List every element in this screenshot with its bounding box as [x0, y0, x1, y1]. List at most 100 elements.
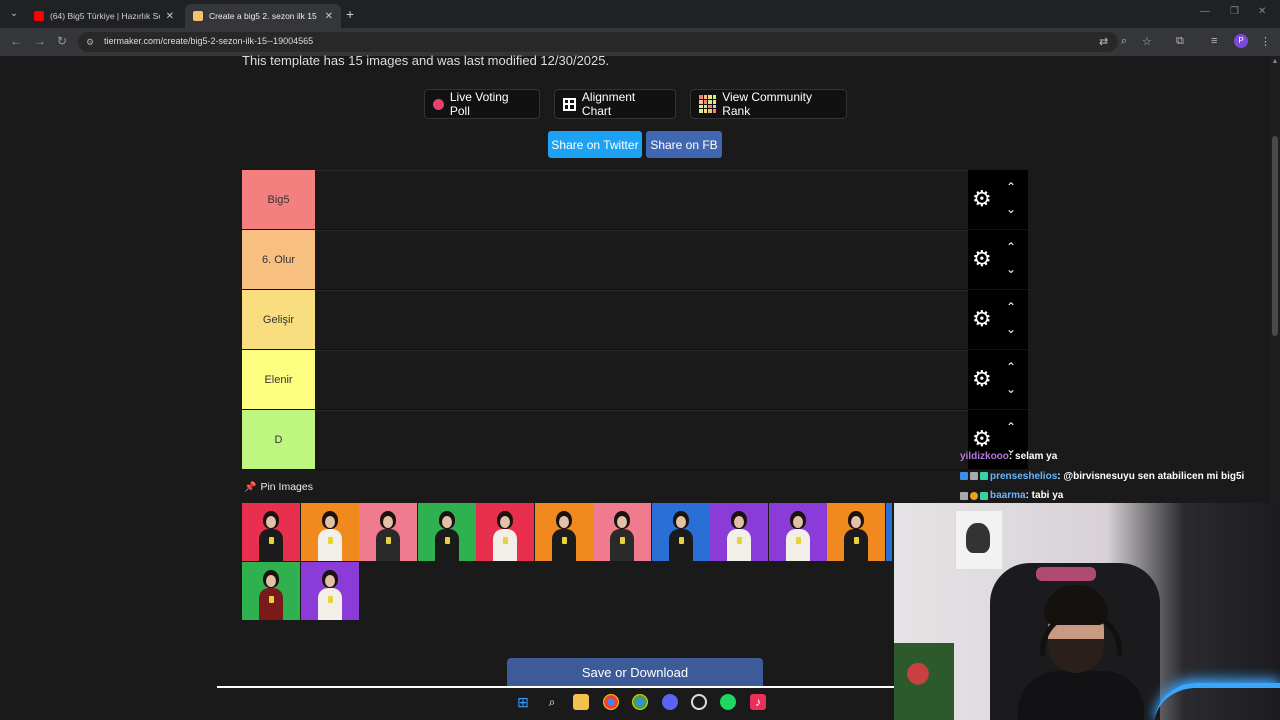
- contestant-image[interactable]: [534, 503, 593, 561]
- chevron-down-icon[interactable]: ⌄: [1006, 202, 1016, 216]
- template-info: This template has 15 images and was last…: [242, 53, 610, 68]
- contestant-image[interactable]: [710, 503, 768, 561]
- badge-icon: [960, 472, 968, 481]
- badge-icon: [960, 491, 968, 500]
- chrome-icon[interactable]: [603, 694, 619, 710]
- minimize-icon[interactable]: —: [1200, 6, 1210, 17]
- tier-label[interactable]: Big5: [242, 170, 315, 229]
- chat-username: prenseshelios: [990, 470, 1058, 482]
- new-tab-button[interactable]: +: [346, 6, 354, 22]
- tier-list: Big5 ⚙ ⌃ ⌄ 6. Olur ⚙ ⌃ ⌄ Gelişir ⚙ ⌃ ⌄ E…: [242, 170, 1028, 470]
- tier-row: D ⚙ ⌃ ⌄: [242, 410, 1028, 470]
- extensions-icon[interactable]: ⧉: [1176, 35, 1184, 48]
- badge-icon: [980, 472, 988, 481]
- badge-icon: [970, 472, 978, 481]
- contestant-image[interactable]: [242, 561, 300, 620]
- chrome-icon[interactable]: [632, 694, 648, 710]
- contestant-image[interactable]: [768, 503, 827, 561]
- windows-start-icon[interactable]: ⊞: [515, 694, 531, 710]
- forward-icon[interactable]: →: [34, 34, 46, 48]
- tab-title: Create a big5 2. sezon ilk 15 Tie: [209, 11, 319, 21]
- chat-text: : selam ya: [1008, 451, 1058, 463]
- contestant-image[interactable]: [417, 503, 476, 561]
- gear-icon[interactable]: ⚙: [972, 188, 994, 210]
- chevron-down-icon[interactable]: ⌄: [1006, 382, 1016, 396]
- streamer: [1018, 585, 1144, 720]
- bookmark-star-icon[interactable]: ☆: [1142, 35, 1152, 48]
- contestant-image[interactable]: [300, 561, 359, 620]
- tier-row: Elenir ⚙ ⌃ ⌄: [242, 350, 1028, 410]
- gear-icon[interactable]: ⚙: [972, 308, 994, 330]
- tiktok-icon[interactable]: ♪: [750, 694, 766, 710]
- tier-drop-zone[interactable]: [315, 170, 968, 229]
- url-bar[interactable]: ⚙ tiermaker.com/create/big5-2-sezon-ilk-…: [78, 32, 1118, 52]
- youtube-icon: [34, 11, 44, 21]
- chevron-up-icon[interactable]: ⌃: [1006, 360, 1016, 374]
- chevron-down-icon[interactable]: ⌄: [1006, 322, 1016, 336]
- alignment-chart-button[interactable]: Alignment Chart: [554, 89, 676, 119]
- zoom-icon[interactable]: ⌕: [1121, 35, 1127, 48]
- scrollbar-thumb[interactable]: [1272, 136, 1278, 336]
- contestant-image[interactable]: [242, 503, 300, 561]
- contestant-image[interactable]: [476, 503, 534, 561]
- browser-tab-tiermaker[interactable]: Create a big5 2. sezon ilk 15 Tie ✕: [185, 4, 341, 28]
- tier-label[interactable]: Gelişir: [242, 290, 315, 349]
- tab-search-button[interactable]: ⌄: [6, 6, 22, 22]
- close-icon[interactable]: ✕: [325, 11, 333, 22]
- tier-drop-zone[interactable]: [315, 350, 968, 409]
- tier-label[interactable]: D: [242, 410, 315, 469]
- tier-drop-zone[interactable]: [315, 290, 968, 349]
- profile-avatar[interactable]: P: [1234, 34, 1248, 48]
- chevron-up-icon[interactable]: ⌃: [1006, 300, 1016, 314]
- tier-drop-zone[interactable]: [315, 230, 968, 289]
- tier-controls: ⚙ ⌃ ⌄: [968, 290, 1028, 349]
- tier-controls: ⚙ ⌃ ⌄: [968, 350, 1028, 409]
- spotify-icon[interactable]: [720, 694, 736, 710]
- contestant-image[interactable]: [300, 503, 359, 561]
- discord-icon[interactable]: [662, 694, 678, 710]
- record-dot-icon: [433, 98, 444, 110]
- contestant-image[interactable]: [593, 503, 651, 561]
- contestant-image[interactable]: [885, 503, 892, 561]
- media-control-icon[interactable]: ≡: [1211, 35, 1217, 47]
- gear-icon[interactable]: ⚙: [972, 248, 994, 270]
- pin-images-toggle[interactable]: 📌 Pin Images: [244, 481, 313, 493]
- chevron-up-icon[interactable]: ⌃: [1006, 420, 1016, 434]
- share-facebook-button[interactable]: Share on FB: [646, 131, 722, 158]
- save-download-button[interactable]: Save or Download: [507, 658, 763, 688]
- chat-text: : tabi ya: [1025, 490, 1064, 502]
- reload-icon[interactable]: ↻: [57, 34, 67, 48]
- stream-chat-overlay: yildizkooo : selam ya prenseshelios : @b…: [960, 447, 1244, 506]
- tier-drop-zone[interactable]: [315, 410, 968, 469]
- translate-icon[interactable]: ⇄: [1099, 35, 1108, 48]
- file-explorer-icon[interactable]: [573, 694, 589, 710]
- chevron-up-icon[interactable]: ⌃: [1006, 180, 1016, 194]
- browser-tab-youtube[interactable]: (64) Big5 Türkiye | Hazırlık Sezo ✕: [26, 4, 182, 28]
- gear-icon[interactable]: ⚙: [972, 368, 994, 390]
- maximize-icon[interactable]: ❐: [1230, 6, 1239, 17]
- contestant-image[interactable]: [651, 503, 710, 561]
- site-info-icon[interactable]: ⚙: [86, 37, 96, 47]
- tab-title: (64) Big5 Türkiye | Hazırlık Sezo: [50, 11, 160, 21]
- chevron-down-icon[interactable]: ⌄: [1006, 262, 1016, 276]
- tier-row: Gelişir ⚙ ⌃ ⌄: [242, 290, 1028, 350]
- live-voting-poll-button[interactable]: Live Voting Poll: [424, 89, 540, 119]
- badge-icon: [970, 491, 978, 500]
- share-twitter-button[interactable]: Share on Twitter: [548, 131, 642, 158]
- close-icon[interactable]: ✕: [166, 11, 174, 22]
- back-icon[interactable]: ←: [10, 34, 22, 48]
- grid-icon: [563, 97, 576, 111]
- menu-icon[interactable]: ⋮: [1260, 35, 1271, 48]
- tier-label[interactable]: Elenir: [242, 350, 315, 409]
- close-window-icon[interactable]: ✕: [1258, 6, 1266, 17]
- view-community-rank-button[interactable]: View Community Rank: [690, 89, 847, 119]
- pushpin-icon: 📌: [244, 481, 257, 493]
- contestant-image[interactable]: [359, 503, 417, 561]
- search-icon[interactable]: ⌕: [544, 694, 560, 710]
- tier-label[interactable]: 6. Olur: [242, 230, 315, 289]
- scroll-up-icon[interactable]: ▲: [1271, 58, 1279, 66]
- chevron-up-icon[interactable]: ⌃: [1006, 240, 1016, 254]
- contestant-image[interactable]: [827, 503, 885, 561]
- obs-icon[interactable]: [691, 694, 707, 710]
- chat-username: yildizkooo: [960, 451, 1009, 463]
